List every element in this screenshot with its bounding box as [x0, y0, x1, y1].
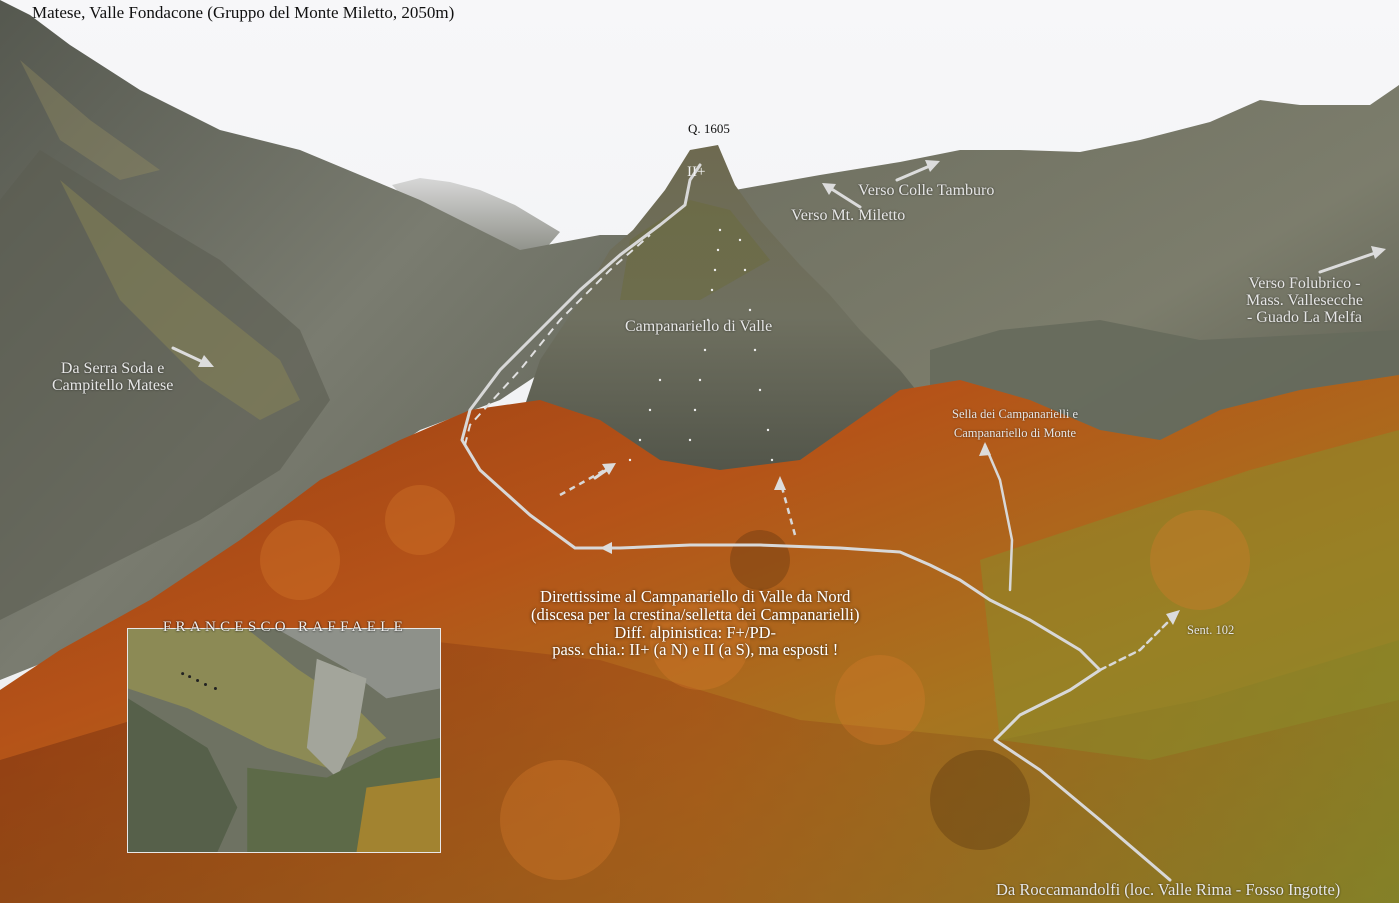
photo-canvas: Matese, Valle Fondacone (Gruppo del Mont…	[0, 0, 1399, 903]
mt-miletto-label: Verso Mt. Miletto	[791, 207, 906, 224]
route-note: Direttissime al Campanariello di Valle d…	[531, 587, 860, 660]
photo-title: Matese, Valle Fondacone (Gruppo del Mont…	[32, 3, 455, 22]
author-watermark: FRANCESCO RAFFAELE	[162, 619, 408, 635]
folubrico-label: Verso Folubrico - Mass. Vallesecche - Gu…	[1246, 275, 1363, 326]
serra-soda-label: Da Serra Soda e Campitello Matese	[52, 360, 174, 394]
sella-label: Sella dei Campanarielli e Campanariello …	[952, 407, 1078, 440]
zoom-inset-photo	[127, 628, 441, 853]
sentiero-label: Sent. 102	[1187, 623, 1235, 637]
roccamandolfi-label: Da Roccamandolfi (loc. Valle Rima - Foss…	[996, 880, 1341, 899]
campanariello-label: Campanariello di Valle	[625, 318, 773, 335]
quota-label: Q. 1605	[688, 121, 730, 136]
summit-grade-label: II+	[687, 164, 706, 180]
colle-tamburo-label: Verso Colle Tamburo	[858, 182, 995, 199]
